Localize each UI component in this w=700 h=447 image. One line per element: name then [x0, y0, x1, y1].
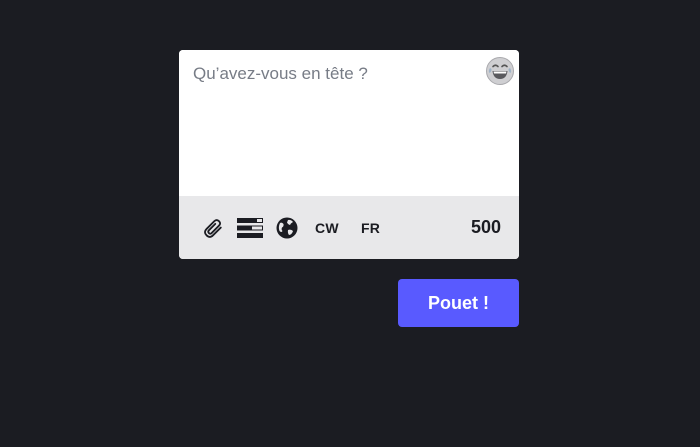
status-input[interactable] [179, 50, 519, 196]
character-counter: 500 [470, 217, 501, 237]
language-selector-button[interactable]: FR [361, 220, 380, 236]
globe-icon [276, 217, 298, 238]
content-warning-button[interactable]: CW [315, 220, 339, 236]
add-poll-button[interactable] [237, 214, 263, 242]
visibility-button[interactable] [275, 214, 299, 242]
emoji-picker-button[interactable] [485, 56, 515, 86]
attach-media-button[interactable] [201, 214, 225, 242]
poll-icon [237, 217, 263, 238]
grinning-face-with-tears-icon [486, 57, 514, 85]
paperclip-icon [204, 218, 222, 238]
publish-button[interactable]: Pouet ! [398, 279, 519, 327]
compose-text-area [179, 50, 519, 196]
compose-form: CW FR 500 [179, 50, 519, 259]
compose-toolbar: CW FR 500 [179, 196, 519, 259]
